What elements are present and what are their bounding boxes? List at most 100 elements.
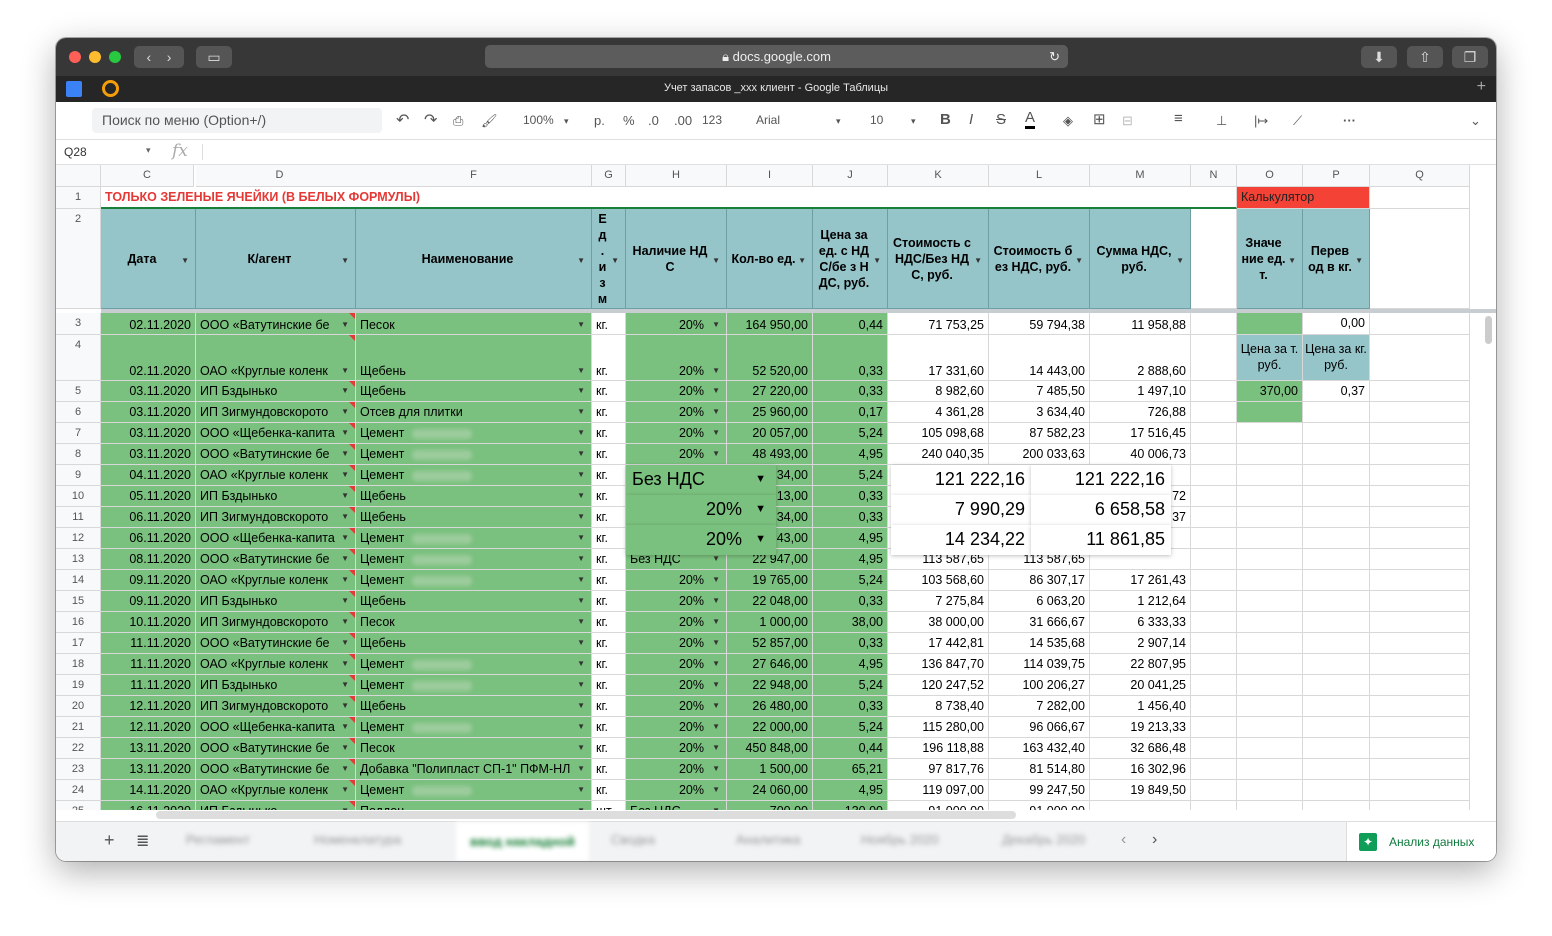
row-header[interactable]: 21 <box>56 717 101 738</box>
tab-title[interactable]: Учет запасов _xxx клиент - Google Таблиц… <box>56 82 1496 94</box>
cell[interactable] <box>1370 612 1470 633</box>
unit-cell[interactable]: кг. <box>592 759 626 780</box>
dropdown-arrow-icon[interactable]: ▼ <box>577 402 585 422</box>
date-cell[interactable]: 06.11.2020 <box>101 507 196 528</box>
cell[interactable] <box>1191 801 1237 810</box>
cell[interactable] <box>1191 209 1237 309</box>
vat-sum-cell[interactable]: 19 849,50 <box>1090 780 1191 801</box>
row-header[interactable]: 14 <box>56 570 101 591</box>
cell[interactable] <box>1370 313 1470 335</box>
vat-cell[interactable]: 20% ▼ <box>626 738 727 759</box>
filter-icon[interactable]: ▼ <box>181 253 189 269</box>
vat-cell[interactable]: 20% ▼ <box>626 444 727 465</box>
vat-sum-cell[interactable]: 1 456,40 <box>1090 696 1191 717</box>
cost-novat-cell[interactable]: 99 247,50 <box>989 780 1090 801</box>
agent-cell[interactable]: ИП Зигмундовскорото ▼ <box>196 507 356 528</box>
column-header-f[interactable]: F <box>356 165 592 187</box>
header-date[interactable]: Дата ▼ <box>101 209 196 309</box>
price-cell[interactable]: 0,33 <box>813 633 888 654</box>
dropdown-arrow-icon[interactable]: ▼ <box>341 654 349 674</box>
dropdown-arrow-icon[interactable]: ▼ <box>577 612 585 632</box>
dropdown-arrow-icon[interactable]: ▼ <box>577 738 585 758</box>
vat-cell[interactable]: 20% ▼ <box>626 402 727 423</box>
dropdown-arrow-icon[interactable]: ▼ <box>577 633 585 653</box>
name-cell[interactable]: Щебень ▼ <box>356 486 592 507</box>
font-size-select[interactable]: 10 <box>870 113 883 127</box>
calc-o-cell[interactable] <box>1237 528 1303 549</box>
calc-p-cell[interactable] <box>1303 696 1370 717</box>
cost-novat-cell[interactable]: 3 634,40 <box>989 402 1090 423</box>
row-header[interactable]: 12 <box>56 528 101 549</box>
calc-p-cell[interactable]: 0,00 <box>1303 313 1370 335</box>
dropdown-arrow-icon[interactable]: ▼ <box>341 696 349 716</box>
cell[interactable] <box>1191 444 1237 465</box>
scroll-tabs-right-icon[interactable]: › <box>1152 831 1157 849</box>
dropdown-arrow-icon[interactable]: ▼ <box>712 717 720 737</box>
text-color-icon[interactable]: A <box>1025 109 1036 129</box>
vat-cell[interactable]: Без НДС▼ <box>626 801 727 810</box>
calc-o-cell[interactable] <box>1237 402 1303 423</box>
dropdown-arrow-icon[interactable]: ▼ <box>341 465 349 485</box>
name-cell[interactable]: Щебень ▼ <box>356 633 592 654</box>
cell[interactable] <box>1370 507 1470 528</box>
bold-icon[interactable]: B <box>940 111 951 128</box>
date-cell[interactable]: 11.11.2020 <box>101 633 196 654</box>
cell[interactable] <box>1370 465 1470 486</box>
date-cell[interactable]: 06.11.2020 <box>101 528 196 549</box>
unit-cell[interactable]: кг. <box>592 335 626 381</box>
cell[interactable] <box>1370 402 1470 423</box>
row-header[interactable]: 11 <box>56 507 101 528</box>
dropdown-arrow-icon[interactable]: ▼ <box>712 591 720 611</box>
header-cost_novat[interactable]: Стоимость без НДС, руб. ▼ <box>989 209 1090 309</box>
cost-novat-cell[interactable]: 31 666,67 <box>989 612 1090 633</box>
dropdown-arrow-icon[interactable]: ▼ <box>577 801 585 810</box>
cell[interactable] <box>1370 187 1470 209</box>
price-cell[interactable]: 0,44 <box>813 738 888 759</box>
vat-cell[interactable]: 20% ▼ <box>626 381 727 402</box>
price-cell[interactable]: 0,33 <box>813 335 888 381</box>
dropdown-arrow-icon[interactable]: ▼ <box>577 465 585 485</box>
cost-cell[interactable]: 4 361,28 <box>888 402 989 423</box>
vat-sum-cell[interactable]: 17 261,43 <box>1090 570 1191 591</box>
dropdown-arrow-icon[interactable]: ▼ <box>577 696 585 716</box>
dropdown-arrow-icon[interactable]: ▼ <box>712 696 720 716</box>
vat-cell[interactable]: 20% ▼ <box>626 335 727 381</box>
calc-p-cell[interactable] <box>1303 780 1370 801</box>
close-window-button[interactable] <box>69 51 81 63</box>
more-tools-button[interactable]: ··· <box>1343 113 1356 128</box>
dropdown-arrow-icon[interactable]: ▼ <box>712 444 720 464</box>
cost-cell[interactable]: 240 040,35 <box>888 444 989 465</box>
new-tab-icon[interactable]: + <box>1477 78 1486 96</box>
zoom-window-button[interactable] <box>109 51 121 63</box>
dropdown-arrow-icon[interactable]: ▼ <box>577 654 585 674</box>
name-box[interactable]: Q28 <box>64 145 87 159</box>
unit-cell[interactable]: кг. <box>592 612 626 633</box>
dropdown-arrow-icon[interactable]: ▼ <box>341 381 349 401</box>
row-header[interactable]: 1 <box>56 187 101 209</box>
price-cell[interactable]: 130,00 <box>813 801 888 810</box>
cost-novat-cell[interactable]: 81 514,80 <box>989 759 1090 780</box>
date-cell[interactable]: 03.11.2020 <box>101 402 196 423</box>
price-cell[interactable]: 38,00 <box>813 612 888 633</box>
all-sheets-icon[interactable]: ≣ <box>136 831 149 851</box>
price-cell[interactable]: 0,17 <box>813 402 888 423</box>
calc-p-cell[interactable] <box>1303 633 1370 654</box>
vat-cell[interactable]: 20% ▼ <box>626 591 727 612</box>
price-cell[interactable]: 5,24 <box>813 570 888 591</box>
row-header[interactable]: 15 <box>56 591 101 612</box>
comment-flag-icon[interactable] <box>349 444 355 450</box>
agent-cell[interactable]: ИП Бздынько▼ <box>196 675 356 696</box>
increase-decimal-button[interactable]: .00 <box>674 113 692 128</box>
column-header-j[interactable]: J <box>813 165 888 187</box>
vat-sum-cell[interactable] <box>1090 801 1191 810</box>
calc-o-cell[interactable] <box>1237 738 1303 759</box>
dropdown-arrow-icon[interactable]: ▼ <box>577 717 585 737</box>
dropdown-arrow-icon[interactable]: ▼ <box>577 591 585 611</box>
cell[interactable] <box>1370 591 1470 612</box>
agent-cell[interactable]: ИП Бздынько▼ <box>196 486 356 507</box>
vat-sum-cell[interactable]: 726,88 <box>1090 402 1191 423</box>
dropdown-arrow-icon[interactable]: ▼ <box>341 780 349 800</box>
dropdown-arrow-icon[interactable]: ▼ <box>341 717 349 737</box>
cell[interactable] <box>1191 738 1237 759</box>
qty-cell[interactable]: 20 057,00 <box>727 423 813 444</box>
